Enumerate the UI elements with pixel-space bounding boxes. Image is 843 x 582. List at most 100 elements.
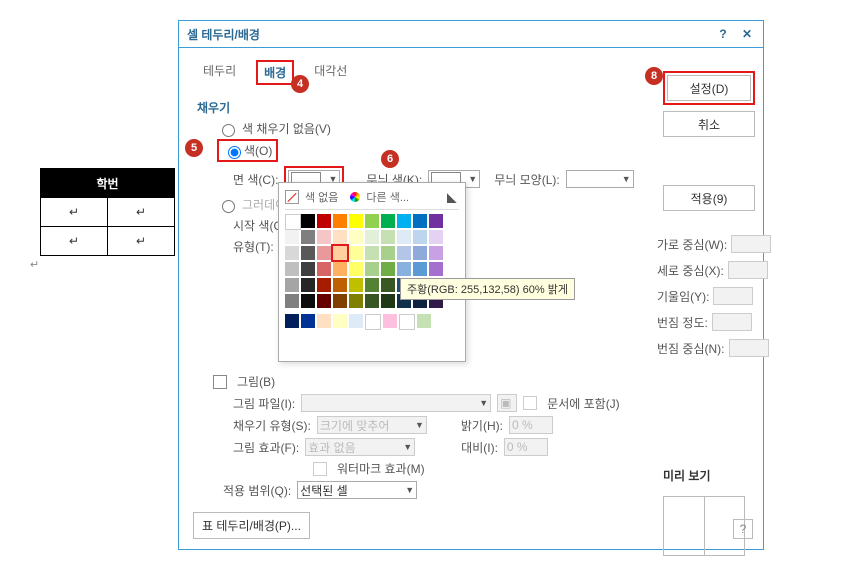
color-swatch[interactable]	[413, 230, 427, 244]
color-swatch[interactable]	[381, 246, 395, 260]
radio-no-fill[interactable]	[222, 124, 235, 137]
color-swatch[interactable]	[417, 314, 431, 328]
color-swatch[interactable]	[333, 278, 347, 292]
color-swatch[interactable]	[381, 262, 395, 276]
color-swatch[interactable]	[301, 246, 315, 260]
color-swatch[interactable]	[333, 214, 347, 228]
fill-type-select: 크기에 맞추어▼	[317, 416, 427, 434]
color-swatch[interactable]	[285, 262, 299, 276]
radio-gradient[interactable]	[222, 200, 235, 213]
color-swatch[interactable]	[285, 294, 299, 308]
color-swatch[interactable]	[365, 278, 379, 292]
color-swatch[interactable]	[301, 314, 315, 328]
table-border-bg-button[interactable]: 표 테두리/배경(P)...	[193, 512, 310, 539]
tab-border[interactable]: 테두리	[199, 58, 240, 89]
scope-select[interactable]: 선택된 셀▼	[297, 481, 417, 499]
color-swatch[interactable]	[349, 214, 363, 228]
label-no-fill[interactable]: 색 채우기 없음(V)	[242, 120, 331, 137]
color-swatch[interactable]	[381, 294, 395, 308]
color-swatch[interactable]	[381, 278, 395, 292]
color-swatch[interactable]	[429, 246, 443, 260]
color-swatch[interactable]	[397, 214, 411, 228]
eyedropper-icon[interactable]	[447, 191, 459, 203]
spread-center-label: 번짐 중심(N):	[657, 340, 725, 357]
color-swatch[interactable]	[301, 214, 315, 228]
no-color-label[interactable]: 색 없음	[305, 189, 338, 205]
color-swatch[interactable]	[349, 230, 363, 244]
color-swatch[interactable]	[429, 214, 443, 228]
table-header: 학번	[41, 169, 175, 198]
color-swatch[interactable]	[285, 230, 299, 244]
color-swatch[interactable]	[397, 262, 411, 276]
color-swatch[interactable]	[365, 314, 381, 330]
color-swatch[interactable]	[301, 294, 315, 308]
color-swatch[interactable]	[317, 314, 331, 328]
color-swatch[interactable]	[285, 214, 301, 230]
embed-label: 문서에 포함(J)	[547, 395, 620, 412]
recent-colors-row	[285, 314, 459, 330]
color-swatch[interactable]	[333, 262, 347, 276]
color-swatch[interactable]	[317, 214, 331, 228]
color-swatch[interactable]	[365, 214, 379, 228]
color-swatch[interactable]	[365, 246, 379, 260]
color-swatch[interactable]	[301, 230, 315, 244]
color-swatch[interactable]	[383, 314, 397, 328]
table-cell[interactable]: ↵	[41, 198, 108, 227]
scope-label: 적용 범위(Q):	[223, 482, 291, 499]
color-swatch[interactable]	[349, 246, 363, 260]
chevron-down-icon: ▼	[405, 485, 414, 495]
color-swatch[interactable]	[429, 262, 443, 276]
color-swatch[interactable]	[381, 214, 395, 228]
color-swatch[interactable]	[349, 314, 363, 328]
color-swatch[interactable]	[365, 262, 379, 276]
color-swatch-selected[interactable]	[333, 246, 347, 260]
color-swatch[interactable]	[333, 294, 347, 308]
help-button[interactable]: ?	[733, 519, 753, 539]
color-swatch[interactable]	[333, 230, 347, 244]
tilt-label: 기울임(Y):	[657, 288, 709, 305]
color-swatch[interactable]	[285, 278, 299, 292]
table-cell[interactable]: ↵	[41, 227, 108, 256]
color-swatch[interactable]	[365, 294, 379, 308]
color-swatch[interactable]	[399, 314, 415, 330]
color-swatch[interactable]	[317, 278, 331, 292]
color-swatch[interactable]	[349, 278, 363, 292]
help-icon[interactable]: ?	[715, 26, 731, 42]
color-swatch[interactable]	[397, 246, 411, 260]
color-swatch[interactable]	[381, 230, 395, 244]
color-swatch[interactable]	[365, 230, 379, 244]
h-center-spinner	[731, 235, 771, 253]
picture-label[interactable]: 그림(B)	[237, 373, 275, 390]
color-swatch[interactable]	[397, 230, 411, 244]
label-color-fill[interactable]: 색(O)	[244, 142, 272, 159]
color-swatch[interactable]	[349, 262, 363, 276]
more-colors-label[interactable]: 다른 색...	[366, 189, 409, 205]
color-swatch[interactable]	[413, 214, 427, 228]
effect-select: 효과 없음▼	[305, 438, 415, 456]
picture-checkbox[interactable]	[213, 375, 227, 389]
spectrum-icon[interactable]	[350, 192, 360, 202]
brightness-spinner: 0 %	[509, 416, 553, 434]
color-swatch[interactable]	[333, 314, 347, 328]
color-swatch[interactable]	[413, 262, 427, 276]
color-swatch[interactable]	[413, 246, 427, 260]
radio-color-fill[interactable]	[228, 146, 241, 159]
table-cell[interactable]: ↵	[108, 227, 175, 256]
gradient-extra-fields: 가로 중심(W): 세로 중심(X): 기울임(Y): 번짐 정도: 번짐 중심…	[657, 227, 817, 365]
color-swatch[interactable]	[317, 230, 331, 244]
no-color-icon[interactable]	[285, 190, 299, 204]
color-swatch[interactable]	[285, 314, 299, 328]
tab-diagonal[interactable]: 대각선	[310, 58, 351, 89]
color-swatch[interactable]	[349, 294, 363, 308]
color-swatch[interactable]	[301, 278, 315, 292]
step-spinner	[712, 313, 752, 331]
color-swatch[interactable]	[317, 246, 331, 260]
pattern-shape-select[interactable]: ▼	[566, 170, 634, 188]
color-swatch[interactable]	[317, 294, 331, 308]
color-swatch[interactable]	[429, 230, 443, 244]
color-swatch[interactable]	[301, 262, 315, 276]
table-cell[interactable]: ↵	[108, 198, 175, 227]
close-icon[interactable]: ✕	[739, 26, 755, 42]
color-swatch[interactable]	[285, 246, 299, 260]
color-swatch[interactable]	[317, 262, 331, 276]
